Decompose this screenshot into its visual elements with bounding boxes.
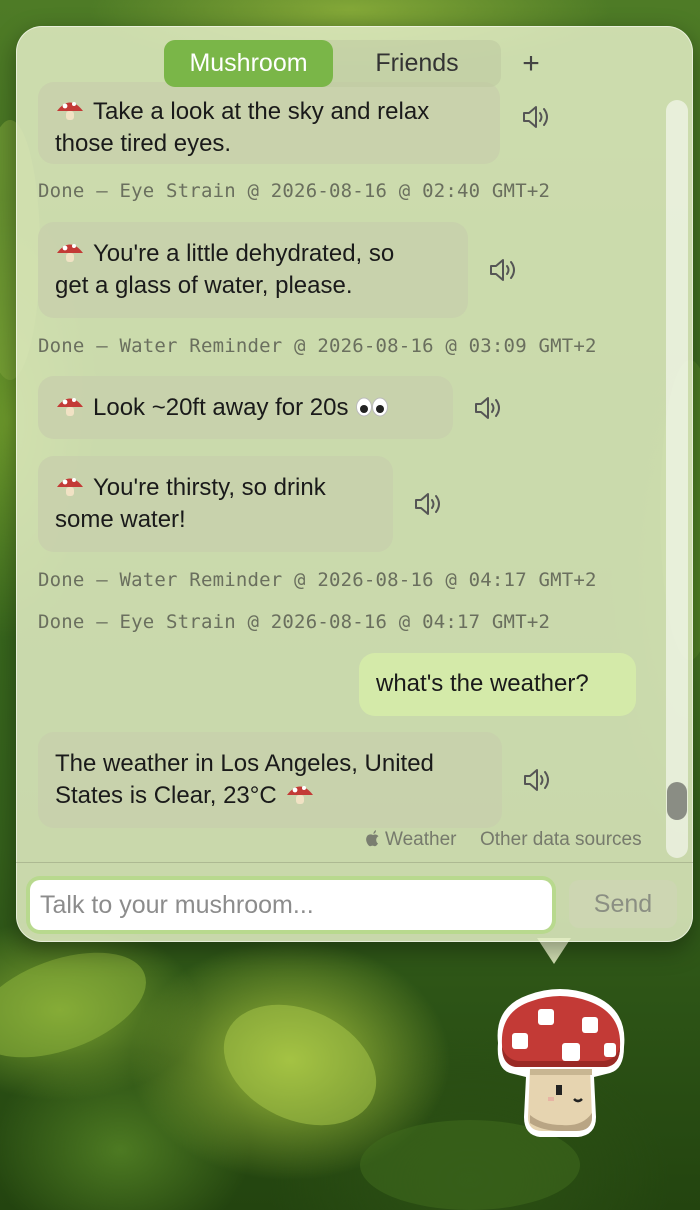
mushroom-emoji: [286, 786, 313, 804]
chat-history[interactable]: Take a look at the sky and relax those t…: [16, 26, 693, 862]
message-line: Look ~20ft away for 20s: [55, 392, 435, 424]
weather-attribution-link[interactable]: Weather: [365, 829, 456, 851]
tab-bar: Mushroom Friends: [164, 40, 501, 87]
other-data-sources-link[interactable]: Other data sources: [480, 829, 642, 851]
speaker-button[interactable]: [521, 104, 551, 130]
speaker-icon: [475, 397, 500, 419]
speaker-icon: [524, 769, 549, 791]
send-button[interactable]: Send: [569, 880, 677, 928]
message-line: what's the weather?: [376, 670, 589, 697]
assistant-message: You're a little dehydrated, so get a gla…: [38, 222, 468, 318]
message-line: You're thirsty, so drink: [55, 472, 375, 504]
mushroom-emoji: [57, 244, 83, 262]
speaker-button[interactable]: [488, 257, 518, 283]
apple-icon: [366, 830, 379, 847]
speaker-button[interactable]: [473, 395, 503, 421]
mushroom-emoji: [57, 398, 83, 416]
assistant-message: Take a look at the sky and relax those t…: [38, 82, 500, 164]
speaker-icon: [415, 493, 440, 515]
message-line: those tired eyes.: [55, 130, 232, 157]
message-line: States is Clear, 23°C: [55, 780, 484, 812]
log-entry: Done – Water Reminder @ 2026-08-16 @ 03:…: [38, 335, 597, 357]
log-entry: Done – Eye Strain @ 2026-08-16 @ 02:40 G…: [38, 180, 551, 202]
message-line: some water!: [55, 506, 186, 533]
chat-popover: Take a look at the sky and relax those t…: [16, 26, 693, 942]
mushroom-emoji: [57, 478, 83, 496]
scrollbar-thumb[interactable]: [667, 782, 687, 820]
speaker-icon: [523, 106, 548, 128]
tab-friends[interactable]: Friends: [333, 40, 501, 87]
speaker-icon: [490, 259, 515, 281]
message-line: Take a look at the sky and relax: [55, 96, 482, 128]
assistant-message: You're thirsty, so drink some water!: [38, 456, 393, 552]
user-message: what's the weather?: [359, 653, 636, 716]
foliage: [0, 931, 160, 1079]
assistant-message: The weather in Los Angeles, United State…: [38, 732, 502, 828]
message-input[interactable]: [30, 880, 552, 930]
mushroom-emoji: [57, 102, 83, 120]
message-line: The weather in Los Angeles, United: [55, 750, 434, 777]
assistant-message: Look ~20ft away for 20s: [38, 376, 453, 439]
eyes-emoji: [355, 397, 388, 417]
speaker-button[interactable]: [413, 491, 443, 517]
log-entry: Done – Eye Strain @ 2026-08-16 @ 04:17 G…: [38, 611, 551, 633]
foliage: [204, 981, 396, 1149]
message-line: get a glass of water, please.: [55, 272, 353, 299]
speaker-button[interactable]: [522, 767, 552, 793]
log-entry: Done – Water Reminder @ 2026-08-16 @ 04:…: [38, 569, 597, 591]
scrollbar-track[interactable]: [666, 100, 688, 858]
mushroom-mascot[interactable]: [482, 985, 638, 1145]
add-tab-button[interactable]: +: [516, 44, 546, 84]
tab-mushroom[interactable]: Mushroom: [164, 40, 333, 87]
message-input-wrapper: [26, 876, 556, 934]
divider: [16, 862, 693, 863]
message-line: You're a little dehydrated, so: [55, 238, 450, 270]
